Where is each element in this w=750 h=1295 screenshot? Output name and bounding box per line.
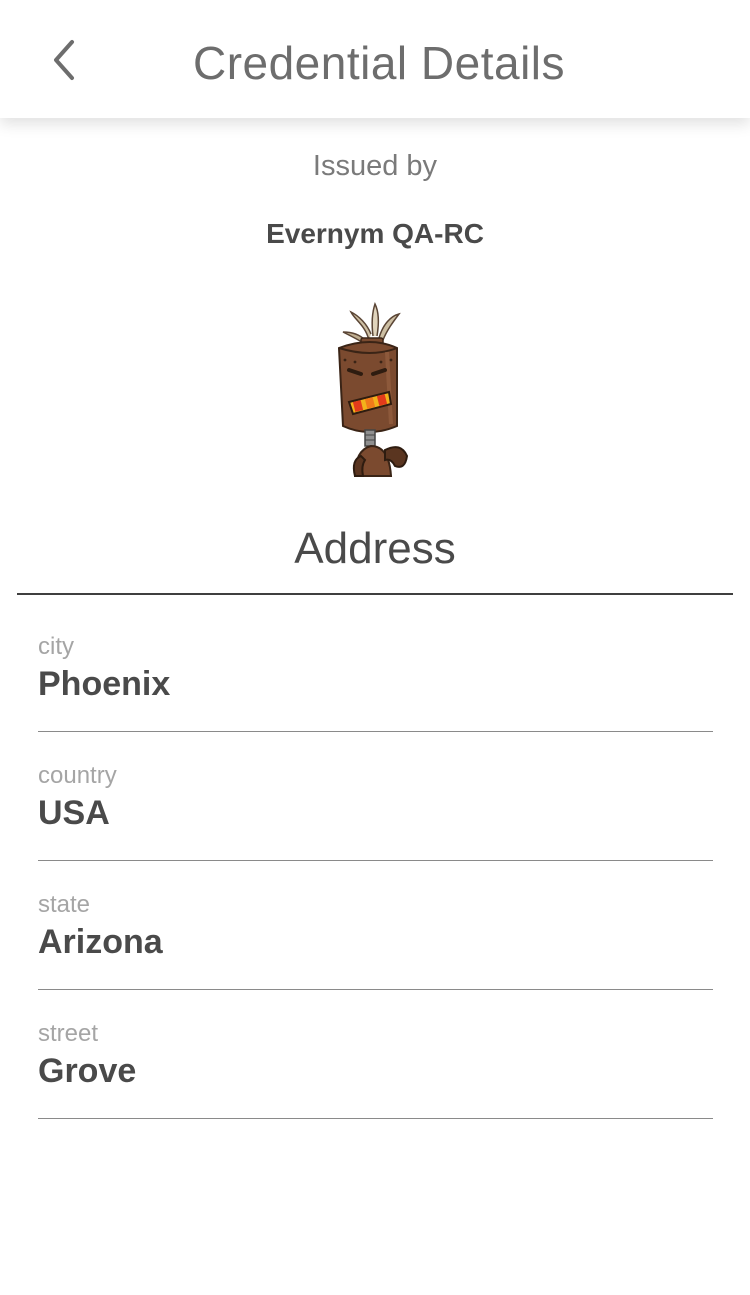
list-item: street Grove: [38, 990, 713, 1119]
issuer-name: Evernym QA-RC: [266, 218, 484, 249]
attribute-value: Phoenix: [38, 665, 171, 703]
attribute-label: country: [38, 762, 117, 789]
list-item: city Phoenix: [38, 603, 713, 732]
list-item: country USA: [38, 732, 713, 861]
attribute-label: state: [38, 891, 91, 918]
attribute-label: city: [38, 633, 74, 660]
credential-name: Address: [294, 524, 456, 573]
attribute-value: Arizona: [38, 923, 163, 961]
title-divider: [17, 593, 733, 595]
page-title: Credential Details: [192, 37, 566, 89]
list-item: state Arizona: [38, 861, 713, 990]
issuer-avatar: [337, 302, 409, 477]
header-bar: Credential Details: [0, 0, 750, 118]
issued-by-label: Issued by: [312, 150, 438, 182]
attribute-value: USA: [38, 794, 110, 832]
attribute-list: city Phoenix country USA state Arizona s…: [38, 603, 713, 1119]
attribute-value: Grove: [38, 1052, 137, 1090]
attribute-label: street: [38, 1020, 99, 1047]
